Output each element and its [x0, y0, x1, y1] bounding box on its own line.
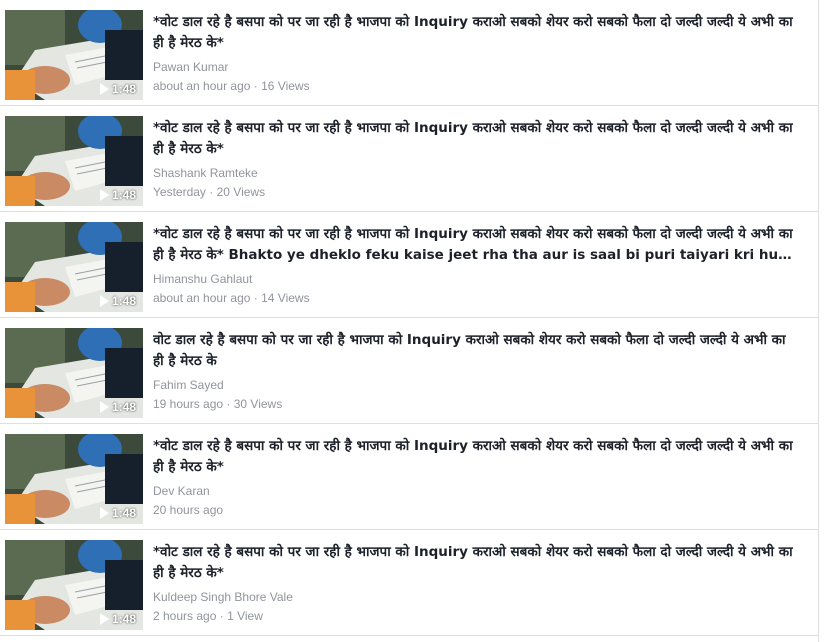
duration-label: 1:48: [111, 82, 136, 96]
video-views: 14 Views: [261, 291, 310, 305]
video-author[interactable]: Himanshu Gahlaut: [153, 271, 798, 287]
video-meta: वोट डाल रहे है बसपा को पर जा रही है भाजप…: [153, 330, 798, 412]
play-icon: [99, 613, 109, 625]
video-time: 20 hours ago: [153, 503, 224, 517]
video-thumbnail[interactable]: 1:48: [5, 116, 143, 206]
video-title[interactable]: *वोट डाल रहे है बसपा को पर जा रही है भाज…: [153, 542, 798, 584]
play-icon: [99, 83, 109, 95]
video-meta: *वोट डाल रहे है बसपा को पर जा रही है भाज…: [153, 224, 798, 306]
video-thumbnail[interactable]: 1:48: [5, 540, 143, 630]
video-stats: 2 hours ago · 1 View: [153, 609, 263, 623]
video-time: 19 hours ago: [153, 397, 224, 411]
video-title[interactable]: वोट डाल रहे है बसपा को पर जा रही है भाजप…: [153, 330, 798, 372]
video-stats: about an hour ago · 16 Views: [153, 79, 310, 93]
video-thumbnail[interactable]: 1:48: [5, 10, 143, 100]
video-views: 20 Views: [216, 185, 266, 199]
video-result[interactable]: 1:48 *वोट डाल रहे है बसपा को पर जा रही ह…: [0, 530, 818, 636]
video-stats: 19 hours ago · 30 Views: [153, 397, 283, 411]
video-title[interactable]: *वोट डाल रहे है बसपा को पर जा रही है भाज…: [153, 118, 798, 160]
video-title[interactable]: *वोट डाल रहे है बसपा को पर जा रही है भाज…: [153, 436, 798, 478]
video-result[interactable]: 1:48 *वोट डाल रहे है बसपा को पर जा रही ह…: [0, 212, 818, 318]
video-time: about an hour ago: [153, 79, 251, 93]
video-meta: *वोट डाल रहे है बसपा को पर जा रही है भाज…: [153, 12, 798, 94]
video-thumbnail[interactable]: 1:48: [5, 434, 143, 524]
play-icon: [99, 189, 109, 201]
right-divider: [818, 0, 819, 642]
video-title[interactable]: *वोट डाल रहे है बसपा को पर जा रही है भाज…: [153, 224, 798, 266]
video-views: 30 Views: [233, 397, 283, 411]
duration-label: 1:48: [111, 506, 136, 520]
duration-label: 1:48: [111, 188, 136, 202]
video-time: 2 hours ago: [153, 609, 217, 623]
video-author[interactable]: Kuldeep Singh Bhore Vale: [153, 589, 798, 605]
video-results-list: 1:48 *वोट डाल रहे है बसपा को पर जा रही ह…: [0, 0, 826, 642]
play-icon: [99, 507, 109, 519]
video-views: 16 Views: [261, 79, 310, 93]
video-result[interactable]: 1:48 *वोट डाल रहे है बसपा को पर जा रही ह…: [0, 424, 818, 530]
video-duration: 1:48: [99, 82, 136, 96]
video-stats: about an hour ago · 14 Views: [153, 291, 310, 305]
video-result[interactable]: 1:48 *वोट डाल रहे है बसपा को पर जा रही ह…: [0, 0, 818, 106]
video-author[interactable]: Pawan Kumar: [153, 59, 798, 75]
duration-label: 1:48: [111, 400, 136, 414]
video-author[interactable]: Dev Karan: [153, 483, 798, 499]
video-duration: 1:48: [99, 612, 136, 626]
video-result[interactable]: 1:48 *वोट डाल रहे है बसपा को पर जा रही ह…: [0, 106, 818, 212]
video-thumbnail[interactable]: 1:48: [5, 222, 143, 312]
video-meta: *वोट डाल रहे है बसपा को पर जा रही है भाज…: [153, 436, 798, 518]
play-icon: [99, 295, 109, 307]
video-meta: *वोट डाल रहे है बसपा को पर जा रही है भाज…: [153, 118, 798, 200]
video-title[interactable]: *वोट डाल रहे है बसपा को पर जा रही है भाज…: [153, 12, 798, 54]
video-meta: *वोट डाल रहे है बसपा को पर जा रही है भाज…: [153, 542, 798, 624]
video-views: 1 View: [227, 609, 263, 623]
duration-label: 1:48: [111, 294, 136, 308]
duration-label: 1:48: [111, 612, 136, 626]
video-thumbnail[interactable]: 1:48: [5, 328, 143, 418]
video-duration: 1:48: [99, 188, 136, 202]
video-time: about an hour ago: [153, 291, 251, 305]
video-result[interactable]: 1:48 वोट डाल रहे है बसपा को पर जा रही है…: [0, 318, 818, 424]
video-duration: 1:48: [99, 294, 136, 308]
video-duration: 1:48: [99, 506, 136, 520]
video-author[interactable]: Shashank Ramteke: [153, 165, 798, 181]
video-time: Yesterday: [153, 185, 206, 199]
play-icon: [99, 401, 109, 413]
video-author[interactable]: Fahim Sayed: [153, 377, 798, 393]
video-stats: Yesterday · 20 Views: [153, 185, 266, 199]
video-duration: 1:48: [99, 400, 136, 414]
video-stats: 20 hours ago: [153, 502, 798, 518]
